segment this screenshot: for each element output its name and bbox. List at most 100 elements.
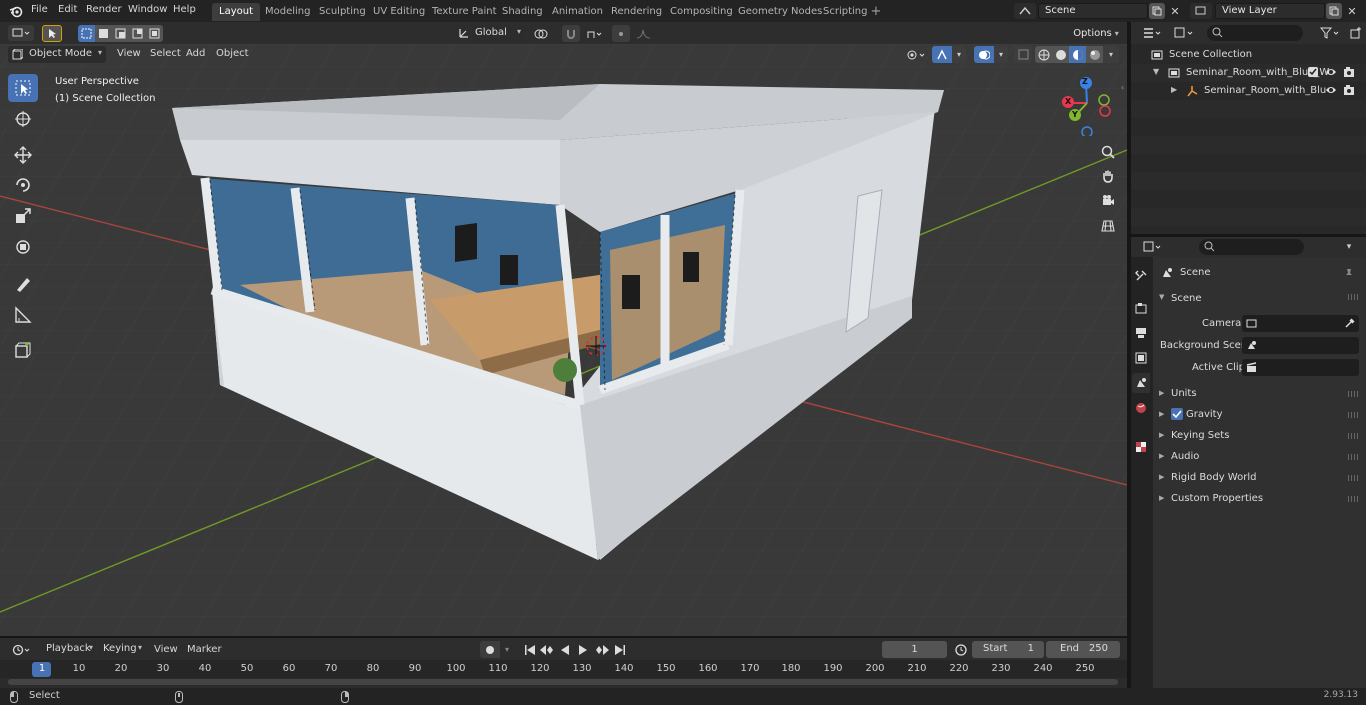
texture-tab-icon[interactable] xyxy=(1132,437,1150,457)
keying-dropdown[interactable]: Keying ▾ xyxy=(99,641,145,658)
tool-scale[interactable] xyxy=(8,202,38,230)
delete-scene-icon[interactable]: ✕ xyxy=(1167,3,1183,19)
scene-tab-icon[interactable] xyxy=(1132,373,1150,393)
tab-texture-paint[interactable]: Texture Paint xyxy=(425,3,504,21)
eye-icon[interactable] xyxy=(1325,66,1337,81)
proportional-edit-icon[interactable] xyxy=(612,25,630,42)
tool-add-cube[interactable] xyxy=(8,336,38,364)
tab-rendering[interactable]: Rendering xyxy=(604,3,669,21)
camera-render-icon[interactable] xyxy=(1343,84,1355,99)
menu-help[interactable]: Help xyxy=(173,4,196,15)
object-type-visibility-icon[interactable] xyxy=(903,46,929,63)
render-tab-icon[interactable] xyxy=(1132,298,1150,318)
tab-shading[interactable]: Shading xyxy=(495,3,550,21)
new-collection-icon[interactable] xyxy=(1348,25,1364,41)
panel-gravity[interactable]: ▶ Gravity xyxy=(1156,407,1362,425)
jump-keyframe-forward-icon[interactable] xyxy=(593,641,611,658)
tab-sculpting[interactable]: Sculpting xyxy=(312,3,373,21)
add-workspace-icon[interactable]: + xyxy=(869,4,883,19)
end-frame-field[interactable]: End 250 xyxy=(1046,641,1120,658)
tool-cursor[interactable] xyxy=(8,105,38,133)
panel-keying-sets[interactable]: ▶ Keying Sets xyxy=(1156,428,1362,446)
camera-field[interactable] xyxy=(1242,315,1359,332)
start-frame-field[interactable]: Start 1 xyxy=(972,641,1044,658)
select-mode-intersect-icon[interactable] xyxy=(146,25,163,42)
camera-render-icon[interactable] xyxy=(1343,66,1355,81)
drag-handle-icon[interactable] xyxy=(1348,294,1360,300)
tab-uv-editing[interactable]: UV Editing xyxy=(366,3,432,21)
overlays-dropdown-icon[interactable]: ▾ xyxy=(994,46,1008,63)
drag-handle-icon[interactable] xyxy=(1348,454,1360,460)
menu-render[interactable]: Render xyxy=(86,4,122,15)
expand-arrow-icon[interactable]: ▶ xyxy=(1171,85,1177,94)
viewport-menu-select[interactable]: Select xyxy=(150,48,181,59)
pan-hand-icon[interactable] xyxy=(1097,165,1119,187)
scene-selector-icon[interactable] xyxy=(1014,3,1036,19)
object-mode-dropdown[interactable]: Object Mode ▾ xyxy=(8,46,106,63)
blender-logo-icon[interactable] xyxy=(8,3,24,19)
current-frame-field[interactable]: 1 xyxy=(882,641,947,658)
tool-annotate[interactable] xyxy=(8,270,38,298)
tool-rotate[interactable] xyxy=(8,171,38,199)
outliner-row-seminar-collection[interactable]: ▼ Seminar_Room_with_Blue_W xyxy=(1131,64,1366,82)
new-scene-icon[interactable] xyxy=(1149,3,1165,19)
tool-transform[interactable] xyxy=(8,233,38,261)
tab-layout[interactable]: Layout xyxy=(212,3,260,21)
view-layer-selector-icon[interactable] xyxy=(1190,3,1212,19)
shading-wireframe-icon[interactable] xyxy=(1035,46,1052,63)
tab-modeling[interactable]: Modeling xyxy=(258,3,318,21)
overlays-toggle-icon[interactable] xyxy=(974,46,994,63)
orientation-dropdown[interactable]: Global ▾ xyxy=(472,25,524,42)
timeline-editor-icon[interactable] xyxy=(8,641,36,658)
drag-handle-icon[interactable] xyxy=(1348,475,1360,481)
tab-geometry-nodes[interactable]: Geometry Nodes xyxy=(731,3,829,21)
menu-file[interactable]: File xyxy=(31,4,48,15)
properties-editor-icon[interactable] xyxy=(1140,239,1164,255)
world-tab-icon[interactable] xyxy=(1132,398,1150,418)
drag-handle-icon[interactable] xyxy=(1348,433,1360,439)
timeline-menu-view[interactable]: View xyxy=(154,644,178,655)
outliner-editor-icon[interactable] xyxy=(1140,25,1164,41)
outliner-row-seminar-object[interactable]: ▶ Seminar_Room_with_Blu xyxy=(1131,82,1366,100)
view-layer-tab-icon[interactable] xyxy=(1132,348,1150,368)
jump-end-icon[interactable] xyxy=(612,641,628,658)
use-preview-range-icon[interactable] xyxy=(952,641,970,658)
select-tool-header-icon[interactable] xyxy=(42,25,62,42)
record-dropdown-icon[interactable]: ▾ xyxy=(500,641,514,658)
expand-arrow-icon[interactable]: ▼ xyxy=(1153,67,1159,76)
exclude-checkbox-icon[interactable] xyxy=(1308,67,1318,77)
select-mode-subtract-icon[interactable] xyxy=(112,25,129,42)
properties-options-icon[interactable]: ▾ xyxy=(1340,239,1358,255)
view-layer-field[interactable]: View Layer xyxy=(1215,3,1325,19)
snap-target-icon[interactable] xyxy=(582,25,606,42)
3d-viewport[interactable]: User Perspective (1) Scene Collection Z … xyxy=(0,44,1127,636)
select-mode-invert-icon[interactable] xyxy=(129,25,146,42)
panel-units[interactable]: ▶ Units xyxy=(1156,386,1362,404)
panel-audio[interactable]: ▶ Audio xyxy=(1156,449,1362,467)
drag-handle-icon[interactable] xyxy=(1348,412,1360,418)
output-tab-icon[interactable] xyxy=(1132,323,1150,343)
panel-rigid-body-world[interactable]: ▶ Rigid Body World xyxy=(1156,470,1362,488)
gizmo-dropdown-icon[interactable]: ▾ xyxy=(952,46,966,63)
scene-name-field[interactable]: Scene xyxy=(1038,3,1148,19)
timeline-scrollbar[interactable] xyxy=(8,679,1118,685)
navigation-gizmo[interactable]: Z X Y xyxy=(1055,76,1115,138)
select-mode-extend-icon[interactable] xyxy=(95,25,112,42)
perspective-toggle-icon[interactable] xyxy=(1097,215,1119,237)
playback-dropdown[interactable]: Playback ▾ xyxy=(41,641,96,658)
tab-compositing[interactable]: Compositing xyxy=(663,3,740,21)
outliner-search-field[interactable] xyxy=(1207,25,1303,41)
new-view-layer-icon[interactable] xyxy=(1326,3,1342,19)
menu-window[interactable]: Window xyxy=(128,4,167,15)
shading-dropdown-icon[interactable]: ▾ xyxy=(1103,46,1119,63)
eyedropper-icon[interactable] xyxy=(1344,318,1355,332)
tab-scripting[interactable]: Scripting xyxy=(816,3,874,21)
options-button[interactable]: Options ▾ xyxy=(1069,25,1123,42)
tool-measure[interactable] xyxy=(8,301,38,329)
menu-edit[interactable]: Edit xyxy=(58,4,77,15)
gizmo-toggle-icon[interactable] xyxy=(932,46,952,63)
tool-settings-tab-icon[interactable] xyxy=(1132,266,1150,286)
tool-move[interactable] xyxy=(8,141,38,169)
sidebar-toggle-arrow-icon[interactable]: ‹ xyxy=(1118,80,1127,94)
shading-solid-icon[interactable] xyxy=(1052,46,1069,63)
